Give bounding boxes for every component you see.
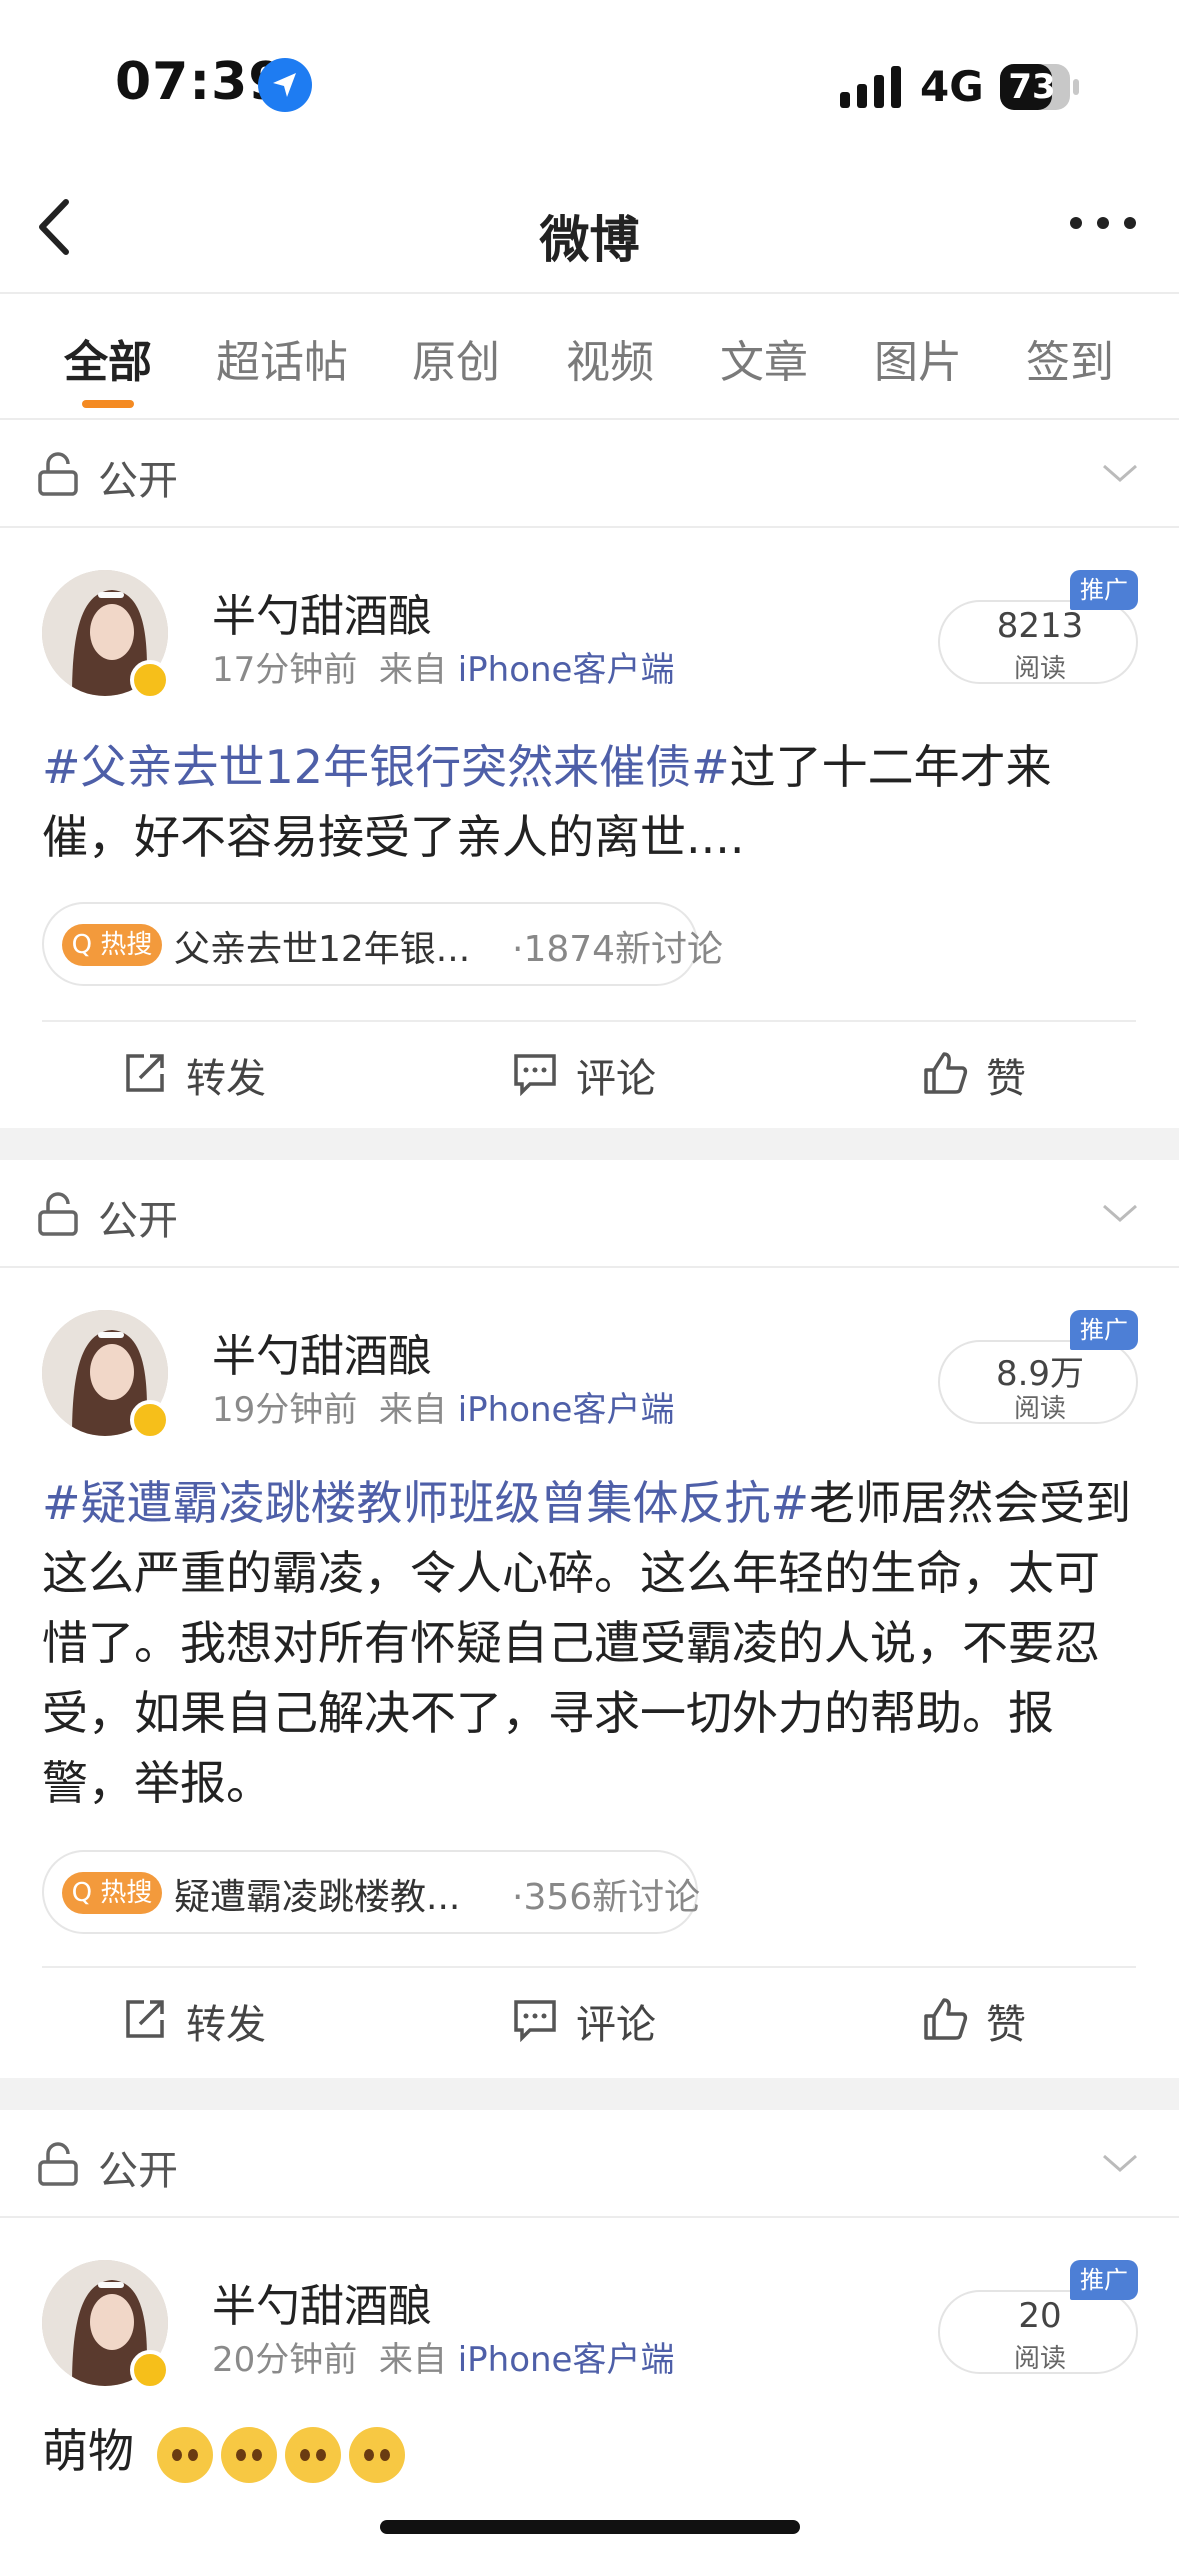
post-source: iPhone客户端 [457, 2340, 675, 2380]
visibility-label: 公开 [98, 1198, 178, 1244]
read-count: 20 [1018, 2296, 1062, 2336]
visibility-row[interactable]: 公开 [0, 420, 1179, 528]
hot-search-pill[interactable]: Q 热搜 疑遭霸凌跳楼教... ·356新讨论 [42, 1850, 701, 1934]
post-time: 19分钟前 [212, 1390, 358, 1430]
repost-label: 转发 [186, 2002, 266, 2048]
visibility-row[interactable]: 公开 [0, 1160, 1179, 1268]
chevron-down-icon[interactable] [1100, 460, 1140, 486]
like-label: 赞 [986, 2002, 1026, 2048]
tab-video[interactable]: 视频 [566, 326, 654, 390]
home-indicator [380, 2520, 800, 2534]
hot-search-count: ·356新讨论 [512, 1877, 701, 1918]
visibility-label: 公开 [98, 2148, 178, 2194]
post-time: 20分钟前 [212, 2340, 358, 2380]
post-card: 公开 半勺甜酒酿 19分钟前 来自 iPhone客户端 8.9万 阅读 推广 #… [0, 1160, 1179, 2078]
comment-label: 评论 [576, 2002, 656, 2048]
verified-icon [130, 1400, 170, 1440]
network-type: 4G [920, 62, 984, 111]
read-count-badge: 20 阅读 [938, 2290, 1138, 2374]
post-separator [0, 2078, 1179, 2110]
repost-icon [126, 2000, 164, 2038]
author-name[interactable]: 半勺甜酒酿 [212, 580, 432, 644]
emoji-icon [220, 2426, 277, 2483]
post-actions: 转发 评论 赞 [42, 1020, 1136, 1126]
hot-search-title: 疑遭霸凌跳楼教... [174, 1877, 461, 1918]
source-prefix: 来自 [378, 650, 447, 690]
signal-icon [840, 66, 901, 108]
topic-link[interactable]: #父亲去世12年银行突然来催债# [42, 740, 730, 794]
hot-search-title: 父亲去世12年银... [174, 929, 471, 970]
nav-bar: 微博 [0, 170, 1179, 294]
emoji-icon [156, 2426, 213, 2483]
comment-label: 评论 [576, 1056, 656, 1102]
author-name[interactable]: 半勺甜酒酿 [212, 2270, 432, 2334]
post-meta: 17分钟前 来自 iPhone客户端 [212, 642, 674, 691]
post-actions: 转发 评论 赞 [42, 1966, 1136, 2072]
chevron-down-icon[interactable] [1100, 2150, 1140, 2176]
verified-icon [130, 2350, 170, 2390]
tab-super-topic[interactable]: 超话帖 [216, 326, 348, 390]
post-source: iPhone客户端 [457, 650, 675, 690]
like-label: 赞 [986, 1056, 1026, 1102]
lock-icon [38, 1192, 78, 1236]
source-prefix: 来自 [378, 2340, 447, 2380]
promo-badge: 推广 [1070, 570, 1138, 610]
like-icon [924, 1998, 968, 2040]
hot-search-pill[interactable]: Q 热搜 父亲去世12年银... ·1874新讨论 [42, 902, 723, 986]
tab-article[interactable]: 文章 [720, 326, 808, 390]
hot-search-count: ·1874新讨论 [512, 929, 724, 970]
chevron-down-icon[interactable] [1100, 1200, 1140, 1226]
post-text: #疑遭霸凌跳楼教师班级曾集体反抗#老师居然会受到这么严重的霸凌，令人心碎。这么年… [42, 1468, 1142, 1818]
status-bar: 07:39 4G 73 [0, 0, 1179, 170]
post-card: 公开 半勺甜酒酿 17分钟前 来自 iPhone客户端 8213 阅读 推广 #… [0, 420, 1179, 1128]
read-label: 阅读 [1013, 1394, 1066, 1424]
repost-icon [126, 1054, 164, 1092]
hot-search-badge: Q 热搜 [62, 1872, 162, 1914]
post-text: 萌物 [42, 2416, 1142, 2486]
page-title: 微博 [539, 211, 640, 269]
repost-label: 转发 [186, 1056, 266, 1102]
post-time: 17分钟前 [212, 650, 358, 690]
source-prefix: 来自 [378, 1390, 447, 1430]
visibility-label: 公开 [98, 458, 178, 504]
more-icon[interactable] [1068, 208, 1138, 238]
topic-link[interactable]: #疑遭霸凌跳楼教师班级曾集体反抗# [42, 1476, 809, 1530]
location-arrow-icon [258, 58, 312, 112]
promo-badge: 推广 [1070, 1310, 1138, 1350]
post-meta: 19分钟前 来自 iPhone客户端 [212, 1382, 674, 1431]
tab-image[interactable]: 图片 [874, 326, 962, 390]
post-separator [0, 1128, 1179, 1160]
post-source: iPhone客户端 [457, 1390, 675, 1430]
tab-original[interactable]: 原创 [412, 326, 500, 390]
tab-checkin[interactable]: 签到 [1026, 326, 1114, 390]
post-meta: 20分钟前 来自 iPhone客户端 [212, 2332, 674, 2381]
read-label: 阅读 [1013, 2344, 1066, 2374]
read-label: 阅读 [1013, 654, 1066, 684]
lock-icon [38, 2142, 78, 2186]
comment-icon [514, 2000, 556, 2042]
promo-badge: 推广 [1070, 2260, 1138, 2300]
lock-icon [38, 452, 78, 496]
post-card: 公开 半勺甜酒酿 20分钟前 来自 iPhone客户端 20 阅读 推广 萌物 [0, 2110, 1179, 2556]
emoji-icon [284, 2426, 341, 2483]
hot-search-badge: Q 热搜 [62, 924, 162, 966]
verified-icon [130, 660, 170, 700]
read-count-badge: 8213 阅读 [938, 600, 1138, 684]
author-name[interactable]: 半勺甜酒酿 [212, 1320, 432, 1384]
active-tab-indicator [82, 400, 134, 408]
filter-tabs: 全部 超话帖 原创 视频 文章 图片 签到 [0, 296, 1179, 420]
visibility-row[interactable]: 公开 [0, 2110, 1179, 2218]
read-count-badge: 8.9万 阅读 [938, 1340, 1138, 1424]
tab-all[interactable]: 全部 [64, 326, 152, 390]
read-count: 8213 [996, 606, 1084, 646]
like-icon [924, 1052, 968, 1094]
post-text: #父亲去世12年银行突然来催债#过了十二年才来催，好不容易接受了亲人的离世...… [42, 732, 1142, 872]
battery-level: 73 [1008, 67, 1056, 107]
post-body: 萌物 [42, 2424, 134, 2478]
comment-icon [514, 1054, 556, 1096]
emoji-icon [348, 2426, 405, 2483]
